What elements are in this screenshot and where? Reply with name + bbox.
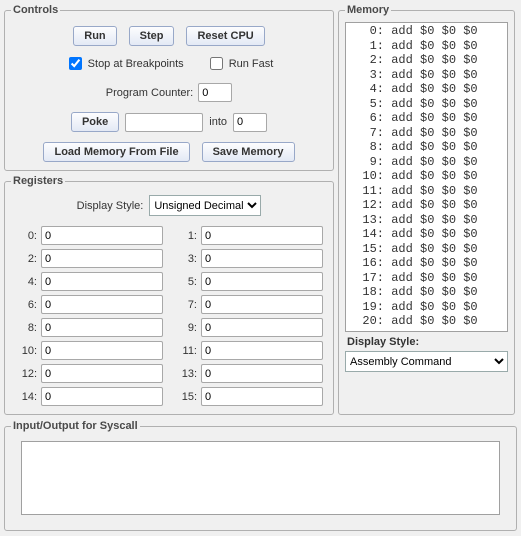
register-row-14: 14: [15,387,163,406]
register-label-5: 5: [175,276,197,288]
program-counter-label: Program Counter: [106,87,193,99]
register-row-7: 7: [175,295,323,314]
poke-into-label: into [209,116,227,128]
register-style-select[interactable]: Unsigned Decimal [149,195,261,216]
run-fast-checkbox[interactable] [210,57,223,70]
register-input-13[interactable] [201,364,323,383]
register-input-8[interactable] [41,318,163,337]
run-fast-label[interactable]: Run Fast [206,54,274,73]
register-row-10: 10: [15,341,163,360]
register-row-12: 12: [15,364,163,383]
registers-panel: Registers Display Style: Unsigned Decima… [4,175,334,415]
register-row-13: 13: [175,364,323,383]
register-input-6[interactable] [41,295,163,314]
stop-breakpoints-label[interactable]: Stop at Breakpoints [65,54,184,73]
register-label-4: 4: [15,276,37,288]
register-row-11: 11: [175,341,323,360]
save-memory-button[interactable]: Save Memory [202,142,295,162]
register-label-7: 7: [175,299,197,311]
register-input-11[interactable] [201,341,323,360]
register-row-3: 3: [175,249,323,268]
io-panel: Input/Output for Syscall [4,420,517,531]
register-input-1[interactable] [201,226,323,245]
register-label-3: 3: [175,253,197,265]
io-textarea[interactable] [21,441,500,515]
controls-legend: Controls [11,4,60,16]
register-style-label: Display Style: [77,200,144,212]
memory-panel: Memory 0: add $0 $0 $0 1: add $0 $0 $0 2… [338,4,515,415]
step-button[interactable]: Step [129,26,175,46]
memory-style-select[interactable]: Assembly Command [345,351,508,372]
memory-list[interactable]: 0: add $0 $0 $0 1: add $0 $0 $0 2: add $… [345,22,508,332]
stop-breakpoints-checkbox[interactable] [69,57,82,70]
register-label-0: 0: [15,230,37,242]
register-input-2[interactable] [41,249,163,268]
memory-legend: Memory [345,4,391,16]
register-input-3[interactable] [201,249,323,268]
register-input-10[interactable] [41,341,163,360]
register-label-9: 9: [175,322,197,334]
register-label-10: 10: [15,345,37,357]
register-row-1: 1: [175,226,323,245]
register-label-12: 12: [15,368,37,380]
registers-legend: Registers [11,175,65,187]
register-label-13: 13: [175,368,197,380]
register-row-6: 6: [15,295,163,314]
poke-address-input[interactable] [233,113,267,132]
register-input-15[interactable] [201,387,323,406]
register-label-1: 1: [175,230,197,242]
register-input-7[interactable] [201,295,323,314]
register-input-0[interactable] [41,226,163,245]
register-label-11: 11: [175,345,197,357]
register-input-9[interactable] [201,318,323,337]
poke-button[interactable]: Poke [71,112,119,132]
memory-style-label: Display Style: [347,336,508,348]
register-row-4: 4: [15,272,163,291]
register-label-14: 14: [15,391,37,403]
program-counter-input[interactable] [198,83,232,102]
poke-value-input[interactable] [125,113,203,132]
register-row-2: 2: [15,249,163,268]
controls-panel: Controls Run Step Reset CPU Stop at Brea… [4,4,334,171]
io-legend: Input/Output for Syscall [11,420,140,432]
run-button[interactable]: Run [73,26,116,46]
register-row-9: 9: [175,318,323,337]
register-row-8: 8: [15,318,163,337]
register-input-5[interactable] [201,272,323,291]
register-input-12[interactable] [41,364,163,383]
register-label-6: 6: [15,299,37,311]
load-memory-button[interactable]: Load Memory From File [43,142,189,162]
reset-cpu-button[interactable]: Reset CPU [186,26,264,46]
register-label-15: 15: [175,391,197,403]
register-label-8: 8: [15,322,37,334]
register-row-5: 5: [175,272,323,291]
register-label-2: 2: [15,253,37,265]
register-row-0: 0: [15,226,163,245]
register-input-14[interactable] [41,387,163,406]
register-row-15: 15: [175,387,323,406]
register-input-4[interactable] [41,272,163,291]
